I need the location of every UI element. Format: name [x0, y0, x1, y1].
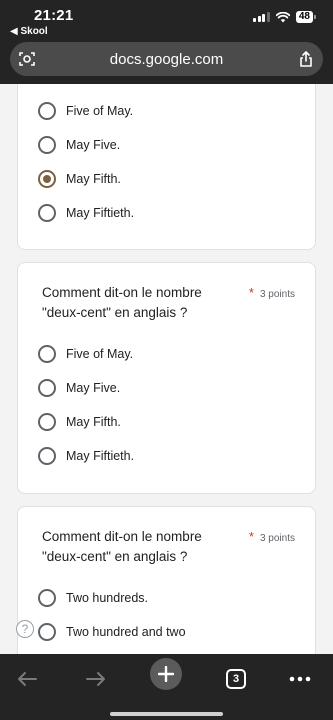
radio-button[interactable]: [38, 379, 56, 397]
arrow-left-icon: [18, 672, 37, 686]
radio-button[interactable]: [38, 589, 56, 607]
back-to-app-link[interactable]: ◀ Skool: [10, 26, 48, 37]
radio-button[interactable]: [38, 102, 56, 120]
radio-button[interactable]: [38, 413, 56, 431]
plus-icon: [150, 658, 182, 690]
browser-top-bar: 21:21 ◀ Skool 48 docs.google.com: [0, 0, 333, 84]
option-label: Five of May.: [66, 347, 134, 361]
option-label: Five of May.: [66, 104, 134, 118]
tabs-button[interactable]: 3: [218, 664, 254, 694]
home-indicator: [110, 712, 223, 716]
radio-button-checked[interactable]: [38, 170, 56, 188]
radio-option[interactable]: May Fiftieth.: [38, 202, 134, 224]
option-label: May Fiftieth.: [66, 206, 135, 220]
radio-option[interactable]: Five of May.: [38, 100, 133, 122]
points-value: 3 points: [259, 533, 295, 544]
radio-option-selected[interactable]: May Fifth.: [38, 168, 121, 190]
option-label: Two hundreds.: [66, 591, 148, 605]
radio-option[interactable]: May Fifth.: [38, 411, 121, 433]
question-line: "deux-cent" en anglais ?: [42, 305, 188, 320]
question-text: Comment dit-on le nombre "deux-cent" en …: [42, 527, 242, 567]
wifi-icon: [275, 11, 290, 22]
browser-bottom-toolbar: 3: [0, 654, 333, 720]
question-card: Comment dit-on le nombre "deux-cent" en …: [17, 262, 316, 494]
required-mark: *: [248, 285, 254, 300]
points-label: * 3 points: [249, 285, 295, 300]
url-text[interactable]: docs.google.com: [44, 51, 289, 68]
radio-option[interactable]: May Five.: [38, 377, 120, 399]
more-menu-button[interactable]: [282, 664, 318, 694]
status-icons: 48: [253, 11, 317, 23]
option-label: May Five.: [66, 138, 121, 152]
radio-button[interactable]: [38, 447, 56, 465]
battery-indicator: 48: [295, 11, 317, 23]
help-icon[interactable]: ?: [16, 620, 34, 638]
cellular-signal-icon: [253, 12, 270, 22]
radio-option[interactable]: Two hundred and two: [38, 621, 186, 643]
back-button[interactable]: [9, 664, 45, 694]
option-label: May Fifth.: [66, 415, 121, 429]
address-bar[interactable]: docs.google.com: [10, 42, 323, 76]
forward-button[interactable]: [78, 664, 114, 694]
radio-button[interactable]: [38, 204, 56, 222]
question-line: "deux-cent" en anglais ?: [42, 549, 188, 564]
form-content[interactable]: Five of May. May Five. May Fifth. May Fi…: [0, 84, 333, 654]
option-label: Two hundred and two: [66, 625, 186, 639]
option-label: May Fifth.: [66, 172, 121, 186]
radio-option[interactable]: May Fiftieth.: [38, 445, 134, 467]
option-label: May Fiftieth.: [66, 449, 135, 463]
share-icon[interactable]: [289, 42, 323, 76]
radio-option[interactable]: May Five.: [38, 134, 120, 156]
arrow-right-icon: [86, 672, 105, 686]
new-tab-button[interactable]: [148, 657, 184, 691]
points-label: * 3 points: [249, 529, 295, 544]
radio-option[interactable]: Two hundreds.: [38, 587, 148, 609]
option-label: May Five.: [66, 381, 121, 395]
question-line: Comment dit-on le nombre: [42, 529, 202, 544]
question-card: Five of May. May Five. May Fifth. May Fi…: [17, 84, 316, 250]
question-card: Comment dit-on le nombre "deux-cent" en …: [17, 506, 316, 654]
question-line: Comment dit-on le nombre: [42, 285, 202, 300]
radio-option[interactable]: Five of May.: [38, 343, 133, 365]
more-dots-icon: [289, 676, 311, 682]
site-settings-icon[interactable]: [10, 42, 44, 76]
radio-button[interactable]: [38, 345, 56, 363]
radio-button[interactable]: [38, 623, 56, 641]
tab-count: 3: [226, 669, 246, 689]
question-text: Comment dit-on le nombre "deux-cent" en …: [42, 283, 242, 323]
status-time: 21:21: [34, 7, 74, 24]
points-value: 3 points: [259, 289, 295, 300]
required-mark: *: [248, 529, 254, 544]
radio-button[interactable]: [38, 136, 56, 154]
